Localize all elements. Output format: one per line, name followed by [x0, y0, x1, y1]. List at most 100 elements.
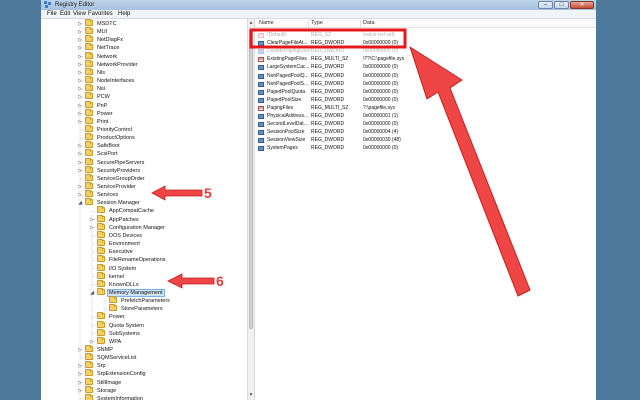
value-name: (Default)	[267, 32, 287, 38]
value-row[interactable]: SessionViewSize REG_DWORD 0x00000030 (48)	[255, 136, 596, 144]
tree-expander-icon[interactable]: ▷	[77, 370, 83, 378]
tree-expander-icon[interactable]: ▷	[77, 36, 83, 44]
column-name[interactable]: Name	[259, 19, 274, 28]
tree-expander-icon[interactable]: ▷	[77, 118, 83, 126]
menu-view[interactable]: View	[73, 10, 86, 19]
minimize-button[interactable]: –	[538, 1, 553, 9]
value-row[interactable]: SystemPages REG_DWORD 0x00000000 (0)	[255, 144, 596, 152]
folder-icon	[85, 173, 93, 181]
menu-help[interactable]: Help	[118, 10, 130, 19]
close-button[interactable]: ✕	[570, 1, 594, 9]
value-name: SecondLevelDat...	[267, 121, 308, 128]
tree-item[interactable]: ▷ SecurePipeServers	[78, 157, 145, 167]
tree-item[interactable]: PriorityControl	[85, 124, 133, 134]
tree-item[interactable]: I/O System	[97, 263, 137, 273]
scroll-up-arrow[interactable]: ▲	[248, 19, 254, 27]
tree-expander-icon[interactable]: ▷	[77, 142, 83, 150]
scrollbar-thumb[interactable]	[249, 29, 253, 329]
tree-expander-icon[interactable]: ◢	[77, 199, 83, 207]
tree-expander-icon[interactable]: ▷	[77, 20, 83, 28]
tree-expander-icon[interactable]: ▷	[77, 69, 83, 77]
tree-expander-icon[interactable]: ▷	[77, 150, 83, 158]
tree-expander-icon[interactable]: ▷	[77, 93, 83, 101]
column-data[interactable]: Data	[363, 19, 375, 28]
value-row[interactable]: NonPagedPoolQ... REG_DWORD 0x00000000 (0)	[255, 72, 596, 80]
tree-item[interactable]: ◢ Memory Management	[90, 287, 165, 297]
tree-item-label: AppCompatCache	[109, 208, 154, 215]
column-divider[interactable]	[360, 20, 361, 27]
tree-scrollbar[interactable]: ▲ ▼	[247, 19, 255, 400]
tree-item[interactable]: SubSystems	[97, 328, 141, 338]
title-bar[interactable]: Registry Editor – □ ✕	[41, 0, 596, 10]
tree-item[interactable]: ▷ SrpExtensionConfig	[78, 369, 147, 378]
tree-item[interactable]: SQMServiceList	[85, 353, 137, 362]
tree-expander-icon[interactable]: ▷	[77, 183, 83, 191]
menu-file[interactable]: File	[47, 10, 57, 19]
tree-item[interactable]: Quota System	[97, 320, 145, 330]
value-row[interactable]: DisablePagingExec... REG_DWORD 0x00000000 …	[255, 47, 596, 55]
tree-expander-icon[interactable]: ◢	[89, 289, 95, 297]
value-row[interactable]: PagedPoolQuota REG_DWORD 0x00000000 (0)	[255, 88, 596, 96]
tree-item[interactable]: SystemInformation	[85, 393, 144, 400]
value-row[interactable]: PhysicalAddress... REG_DWORD 0x00000001 (1…	[255, 112, 596, 120]
tree-expander-icon[interactable]: ▷	[77, 362, 83, 370]
tree-item[interactable]: ◢ Session Manager	[78, 198, 141, 207]
tree-expander-icon[interactable]: ▷	[77, 110, 83, 118]
tree-item[interactable]: Environment	[97, 239, 141, 248]
tree-expander-icon[interactable]: ▷	[77, 159, 83, 167]
value-row[interactable]: ExistingPageFiles REG_MULTI_SZ \??\C:\page…	[255, 55, 596, 63]
tree-expander-icon[interactable]: ▷	[77, 61, 83, 69]
tree-expander-icon[interactable]: ▷	[77, 167, 83, 175]
tree-item[interactable]: ▷ AppPatches	[90, 214, 140, 224]
tree-item[interactable]: ▷ Configuration Manager	[90, 222, 166, 232]
tree-item[interactable]: ▷ NetworkProvider	[78, 59, 139, 69]
tree-item[interactable]: FileRenameOperations	[97, 255, 167, 264]
tree-expander-icon[interactable]: ▷	[77, 191, 83, 199]
tree-expander-icon[interactable]: ▷	[89, 224, 95, 232]
values-pane[interactable]: Name Type Data (Default) REG_SZ (value not…	[255, 19, 596, 400]
scroll-down-arrow[interactable]: ▼	[248, 391, 254, 399]
tree-item[interactable]: ProductOptions	[85, 133, 136, 142]
value-row[interactable]: SessionPoolSize REG_DWORD 0x00000004 (4)	[255, 128, 596, 136]
tree-item[interactable]: PrefetchParameters	[109, 296, 171, 305]
tree-item[interactable]: DOS Devices	[97, 230, 143, 240]
value-data: 0x00000000 (0)	[363, 40, 399, 47]
tree-expander-icon[interactable]: ▷	[89, 216, 95, 224]
tree-item-label: FileRenameOperations	[109, 257, 166, 264]
value-row[interactable]: PagingFiles REG_MULTI_SZ ?:\pagefile.sys	[255, 104, 596, 112]
tree-item[interactable]: ▷ ServiceProvider	[78, 182, 137, 191]
binary-value-icon	[258, 41, 264, 47]
maximize-button[interactable]: □	[554, 1, 569, 9]
tree-item[interactable]: StoreParameters	[109, 304, 164, 313]
tree-expander-icon[interactable]: ▷	[77, 85, 83, 93]
tree-item[interactable]: ▷ WPA	[90, 336, 122, 346]
tree-item[interactable]: ▷ SecurityProviders	[78, 165, 141, 175]
value-row[interactable]: NonPagedPoolS... REG_DWORD 0x00000000 (0)	[255, 80, 596, 88]
value-row[interactable]: SecondLevelDat... REG_DWORD 0x00000000 (0)	[255, 120, 596, 128]
value-row[interactable]: (Default) REG_SZ (value not set)	[255, 31, 596, 39]
tree-item-label: DOS Devices	[109, 232, 143, 239]
tree-expander-icon[interactable]: ▷	[77, 102, 83, 110]
tree-item[interactable]: ▷ NodeInterfaces	[78, 76, 135, 85]
tree-expander-icon[interactable]: ▷	[77, 387, 83, 395]
value-row[interactable]: LargeSystemCac... REG_DWORD 0x00000000 (0)	[255, 63, 596, 71]
tree-expander-icon[interactable]: ▷	[77, 346, 83, 354]
tree-item-label: Memory Management	[107, 288, 165, 297]
tree-item[interactable]: AppCompatCache	[97, 206, 155, 215]
tree-expander-icon[interactable]: ▷	[77, 379, 83, 387]
menu-edit[interactable]: Edit	[60, 10, 70, 19]
registry-editor-icon	[44, 1, 51, 8]
tree-item[interactable]: ServiceGroupOrder	[85, 173, 146, 183]
menu-favorites[interactable]: Favorites	[88, 10, 113, 19]
value-row[interactable]: PagedPoolSize REG_DWORD 0x00000000 (0)	[255, 96, 596, 104]
tree-expander-icon[interactable]: ▷	[77, 28, 83, 36]
column-type[interactable]: Type	[311, 19, 323, 28]
tree-item[interactable]: KnownDLLs	[97, 279, 140, 289]
tree-expander-icon[interactable]: ▷	[77, 53, 83, 61]
column-divider[interactable]	[308, 20, 309, 27]
tree-item-label: PrefetchParameters	[121, 298, 170, 305]
value-row[interactable]: ClearPageFileAt... REG_DWORD 0x00000000 (0…	[255, 39, 596, 47]
tree-expander-icon[interactable]: ▷	[77, 44, 83, 52]
registry-key-tree[interactable]: ▷ MSDTC ▷ MUI ▷ NetDiagFx ▷ NetTrace ▷ Network ▷ Ne…	[41, 19, 247, 400]
tree-expander-icon[interactable]: ▷	[77, 77, 83, 85]
